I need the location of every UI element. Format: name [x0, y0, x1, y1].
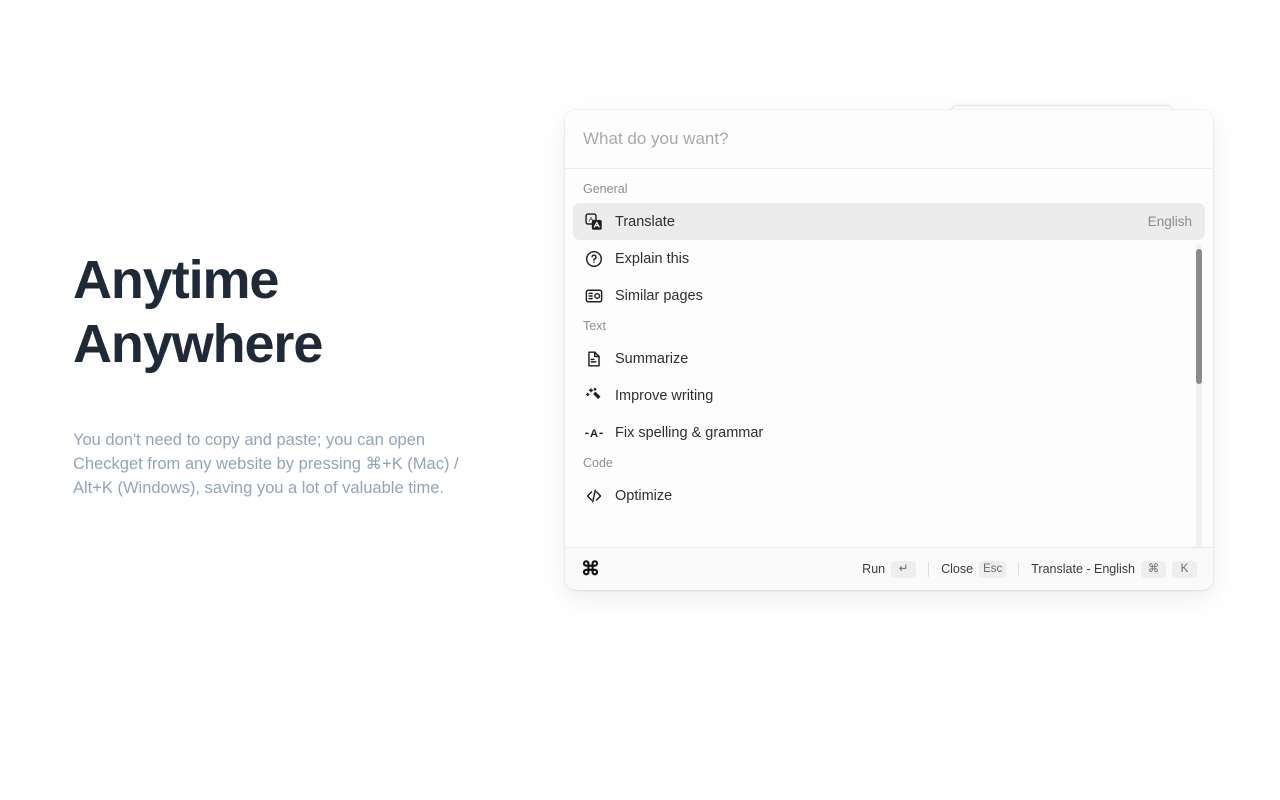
footer-divider	[1018, 562, 1019, 577]
footer-action-run[interactable]: Run ↵	[862, 561, 916, 578]
footer-action-key: ↵	[891, 561, 916, 578]
footer-action-label: Run	[862, 562, 885, 576]
svg-text:A: A	[590, 428, 598, 440]
command-item-summarize[interactable]: Summarize	[573, 340, 1205, 377]
command-item-optimize[interactable]: Optimize	[573, 477, 1205, 514]
command-item-improve-writing[interactable]: Improve writing	[573, 377, 1205, 414]
page-title: Anytime Anywhere	[73, 248, 493, 376]
command-item-similar-pages[interactable]: Similar pages	[573, 277, 1205, 314]
command-group-label: Text	[565, 314, 1213, 340]
search-input[interactable]	[583, 129, 1195, 149]
footer-action-key: K	[1172, 561, 1197, 578]
command-item-label: Explain this	[615, 251, 1194, 267]
command-item-explain-this[interactable]: Explain this	[573, 240, 1205, 277]
spellcheck-icon: A	[584, 423, 604, 443]
command-item-translate[interactable]: A TranslateEnglish	[573, 203, 1205, 240]
palette-footer: ⌘ Run ↵ Close Esc Translate - English ⌘ K	[565, 547, 1213, 590]
command-group-label: Code	[565, 451, 1213, 477]
command-item-label: Fix spelling & grammar	[615, 425, 1194, 441]
footer-action-translate-english[interactable]: Translate - English ⌘ K	[1031, 561, 1197, 578]
command-list: General A TranslateEnglish Explain this Simi…	[565, 169, 1213, 547]
command-item-label: Similar pages	[615, 288, 1194, 304]
command-item-fix-spelling-grammar[interactable]: A Fix spelling & grammar	[573, 414, 1205, 451]
scrollbar-track[interactable]	[1196, 244, 1202, 547]
hero-description: You don't need to copy and paste; you ca…	[73, 428, 463, 500]
scrollbar-thumb[interactable]	[1196, 249, 1202, 384]
footer-action-label: Close	[941, 562, 973, 576]
command-brand-icon: ⌘	[581, 560, 600, 579]
command-group-label: General	[565, 177, 1213, 203]
footer-actions: Run ↵ Close Esc Translate - English ⌘ K	[862, 561, 1197, 578]
footer-action-label: Translate - English	[1031, 562, 1135, 576]
footer-action-close[interactable]: Close Esc	[941, 561, 1006, 578]
footer-action-key: ⌘	[1141, 561, 1166, 578]
command-item-label: Optimize	[615, 488, 1194, 504]
command-item-label: Improve writing	[615, 388, 1194, 404]
code-brackets-icon	[584, 486, 604, 506]
footer-divider	[928, 562, 929, 577]
magic-wand-icon	[584, 386, 604, 406]
command-item-trailing-value: English	[1148, 214, 1194, 229]
similar-pages-icon	[584, 286, 604, 306]
document-icon	[584, 349, 604, 369]
hero-section: Anytime Anywhere You don't need to copy …	[73, 248, 493, 500]
footer-action-key: Esc	[979, 561, 1006, 578]
command-list-container: General A TranslateEnglish Explain this Simi…	[565, 169, 1213, 547]
command-item-label: Summarize	[615, 351, 1194, 367]
translate-icon: A	[584, 212, 604, 232]
command-palette: General A TranslateEnglish Explain this Simi…	[565, 110, 1213, 590]
search-bar[interactable]	[565, 110, 1213, 169]
command-item-label: Translate	[615, 214, 1148, 230]
question-circle-icon	[584, 249, 604, 269]
